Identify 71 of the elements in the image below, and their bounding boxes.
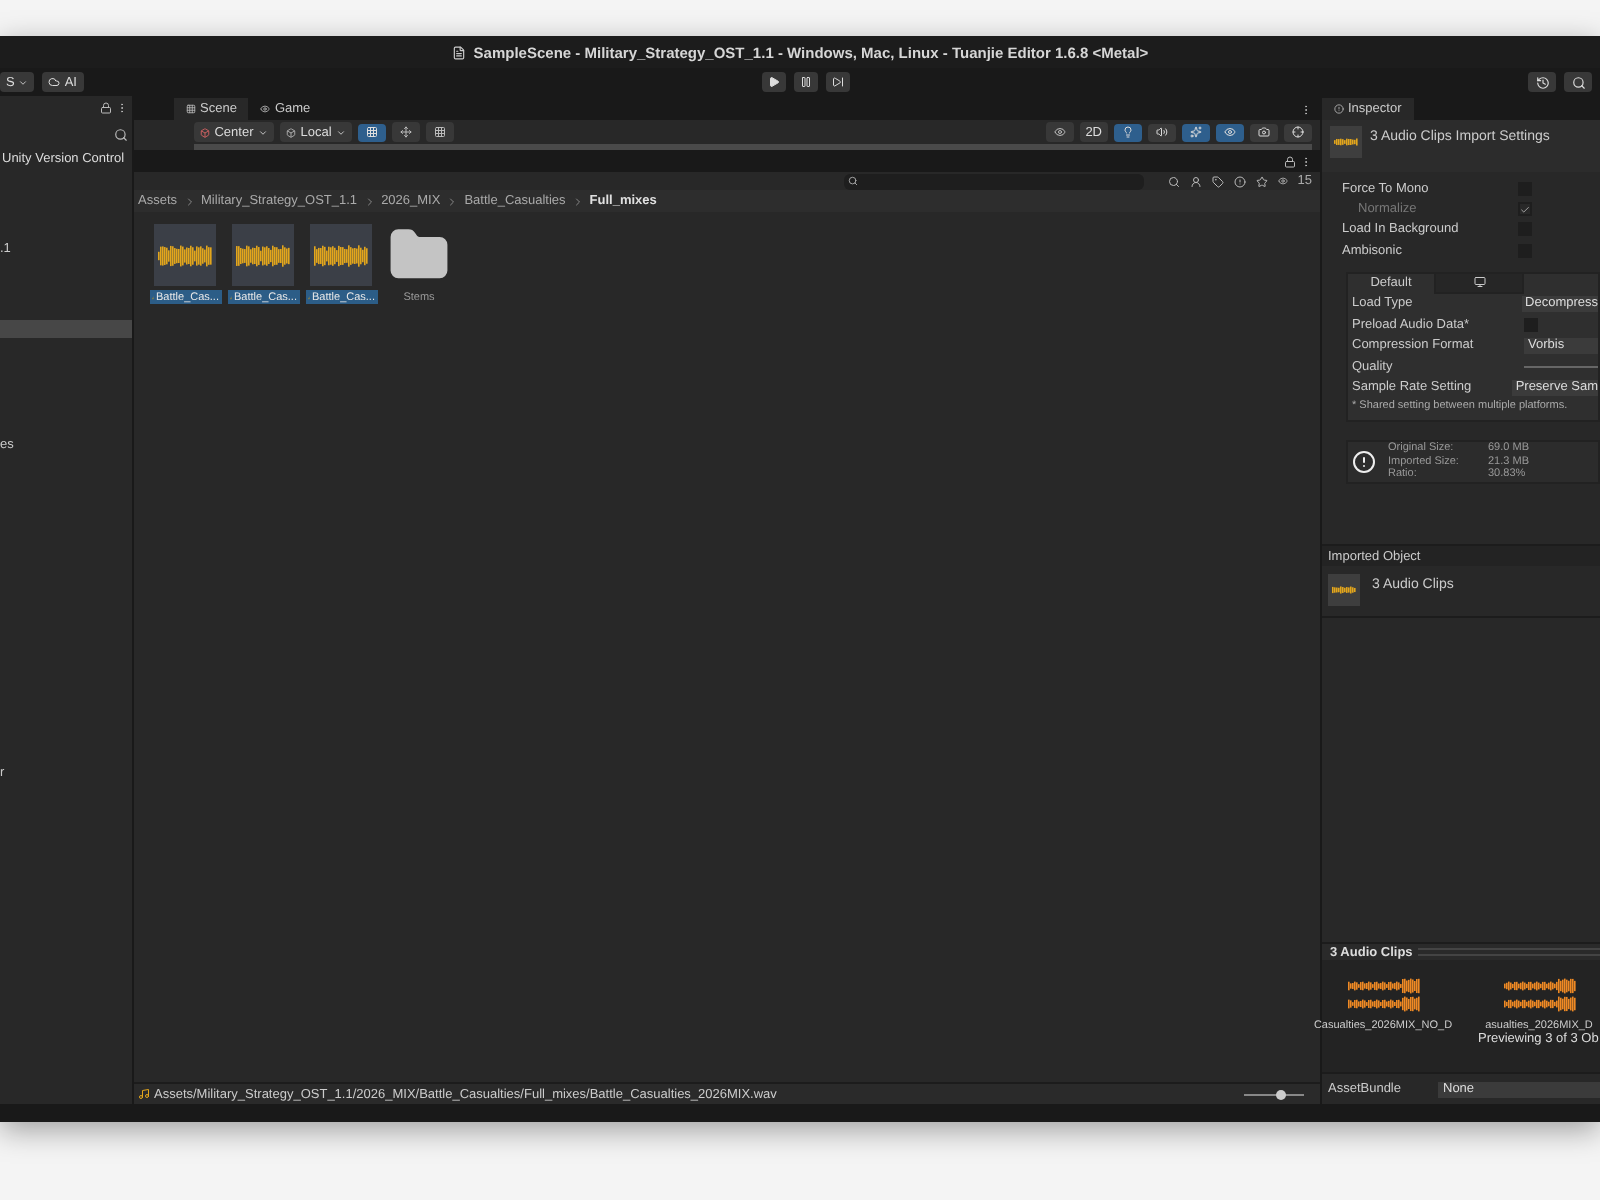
step-button[interactable] — [825, 72, 850, 92]
search-field[interactable] — [844, 173, 1144, 189]
star-icon — [1255, 175, 1268, 187]
waveform-drawing — [236, 243, 290, 267]
user-icon — [1189, 175, 1202, 187]
waveform-drawing — [1332, 586, 1356, 595]
chevron-icon — [363, 195, 376, 207]
check-icon — [1520, 203, 1530, 216]
waveform-drawing — [1334, 138, 1358, 146]
waveform-drawing — [314, 243, 368, 267]
search-icon — [848, 176, 858, 186]
tag-icon — [1211, 175, 1224, 187]
shading-dropdown[interactable] — [1045, 122, 1074, 142]
eye-icon — [260, 104, 271, 114]
play-button[interactable] — [761, 72, 786, 92]
search-button[interactable] — [1564, 72, 1592, 92]
grid-icon — [434, 126, 446, 138]
grid-icon — [186, 104, 196, 114]
monitor-icon — [1473, 276, 1485, 289]
crosshair-toggle[interactable] — [1284, 123, 1312, 141]
waveform-drawing — [158, 243, 212, 267]
chevron-icon — [446, 195, 459, 207]
eye-toggle[interactable] — [1216, 123, 1244, 141]
cube-icon — [286, 127, 297, 137]
search-icon — [114, 127, 128, 141]
eye-icon — [1053, 126, 1066, 138]
crosshair-icon — [1292, 126, 1304, 138]
music-icon — [138, 1088, 150, 1100]
grid-tool-button[interactable] — [358, 123, 386, 141]
chevron-icon — [571, 195, 584, 207]
pause-button[interactable] — [793, 72, 818, 92]
pause-icon — [799, 76, 812, 88]
waveform-drawing — [1503, 976, 1575, 1016]
history-icon — [1535, 75, 1549, 89]
caret-icon — [335, 127, 346, 137]
snap-button[interactable] — [392, 122, 420, 142]
speaker-icon — [1156, 126, 1168, 138]
document-icon — [451, 45, 466, 59]
slider-thumb[interactable] — [1275, 1089, 1285, 1099]
lightbulb-icon — [1122, 126, 1134, 138]
sparkles-icon — [1190, 126, 1202, 138]
lightbulb-toggle[interactable] — [1114, 123, 1142, 141]
waveform-thumbnail[interactable] — [232, 224, 294, 286]
info-icon — [1334, 104, 1344, 114]
alert-icon — [1233, 175, 1246, 187]
caret-icon — [18, 77, 29, 87]
info-icon — [1352, 450, 1376, 475]
lock-icon — [100, 102, 112, 114]
history-button[interactable] — [1528, 72, 1556, 92]
eye-icon — [1277, 176, 1288, 186]
grid-icon — [366, 126, 378, 138]
chevron-icon — [183, 195, 196, 207]
caret-icon — [257, 127, 268, 137]
speaker-toggle[interactable] — [1148, 123, 1176, 141]
play-icon — [767, 76, 780, 88]
platform-tab[interactable] — [1436, 273, 1524, 294]
eye-icon — [1224, 126, 1236, 138]
search-icon — [1167, 175, 1180, 187]
cube-icon — [200, 127, 211, 137]
waveform-thumbnail[interactable] — [310, 224, 372, 286]
cloud-icon — [48, 76, 61, 88]
step-forward-icon — [831, 76, 844, 88]
camera-toggle[interactable] — [1250, 123, 1278, 141]
camera-icon — [1258, 126, 1270, 138]
lock-icon — [1284, 155, 1296, 167]
search-icon — [1571, 75, 1585, 89]
increment-button[interactable] — [426, 122, 454, 142]
move-icon — [400, 126, 412, 138]
waveform-drawing — [1347, 976, 1419, 1016]
sparkles-toggle[interactable] — [1182, 123, 1210, 141]
waveform-thumbnail[interactable] — [154, 224, 216, 286]
